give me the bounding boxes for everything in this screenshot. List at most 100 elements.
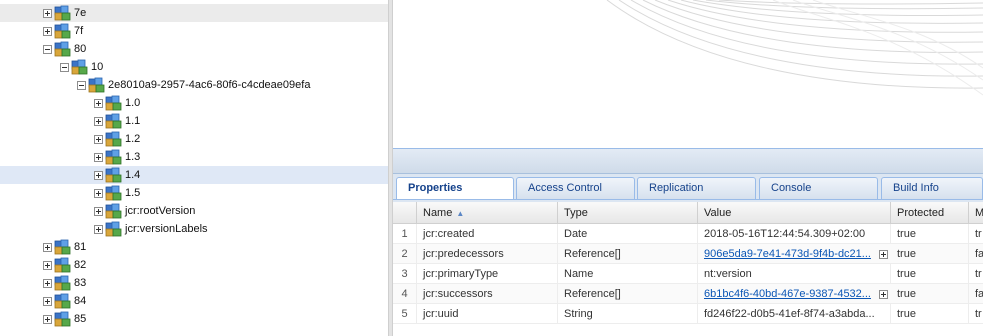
property-multiple-text: tr (975, 308, 982, 320)
tab-replication[interactable]: Replication (637, 177, 756, 199)
expand-reference-icon[interactable] (879, 290, 888, 299)
property-name-cell: jcr:predecessors (417, 244, 558, 264)
tree-node[interactable]: 80 (0, 40, 388, 58)
expand-toggle-icon[interactable] (94, 153, 103, 162)
property-protected-cell: true (891, 264, 969, 284)
table-row[interactable]: 2 jcr:predecessors Reference[] 906e5da9-7e4… (393, 244, 983, 264)
table-row[interactable]: 4 jcr:successors Reference[] 6b1bc4f6-40bd-… (393, 284, 983, 304)
property-type-cell: Date (558, 224, 698, 244)
collapse-toggle-icon[interactable] (60, 63, 69, 72)
grid-header: Name▲ Type Value Protected M (393, 202, 983, 224)
node-icon (54, 239, 71, 255)
tree-node-label: 84 (74, 295, 87, 307)
expand-toggle-icon[interactable] (94, 189, 103, 198)
table-row[interactable]: 1 jcr:created Date 2018-05-16T12:44:54.309+… (393, 224, 983, 244)
property-value-cell: nt:version (698, 264, 891, 284)
tree-node[interactable]: 2e8010a9-2957-4ac6-80f6-c4cdeae09efa (0, 76, 388, 94)
table-row[interactable]: 3 jcr:primaryType Name nt:version true tr (393, 264, 983, 284)
expand-toggle-icon[interactable] (94, 171, 103, 180)
node-icon (105, 113, 122, 129)
tree-node[interactable]: 81 (0, 238, 388, 256)
expand-toggle-icon[interactable] (43, 9, 52, 18)
property-value-text: 2018-05-16T12:44:54.309+02:00 (704, 228, 866, 240)
collapse-toggle-icon[interactable] (43, 45, 52, 54)
tree-node[interactable]: 10 (0, 58, 388, 76)
properties-grid: Name▲ Type Value Protected M 1jcr:create… (393, 202, 983, 336)
content-preview (393, 0, 983, 148)
tree-node[interactable]: 82 (0, 256, 388, 274)
tree-node-label: 80 (74, 43, 87, 55)
expand-reference-icon[interactable] (879, 250, 888, 259)
property-name-text: jcr:primaryType (423, 268, 499, 280)
expand-toggle-icon[interactable] (43, 261, 52, 270)
tab-properties[interactable]: Properties (396, 177, 514, 200)
node-icon (105, 95, 122, 111)
tab-build-info[interactable]: Build Info (881, 177, 983, 199)
property-type-text: Name (564, 268, 594, 280)
tree-node[interactable]: 1.3 (0, 148, 388, 166)
node-icon (54, 275, 71, 291)
tree-node[interactable]: 1.0 (0, 94, 388, 112)
expand-toggle-icon[interactable] (43, 279, 52, 288)
node-icon (88, 77, 105, 93)
tree-node[interactable]: 1.4 (0, 166, 388, 184)
tree-node[interactable]: 85 (0, 310, 388, 328)
tab-access-control[interactable]: Access Control (516, 177, 635, 199)
property-protected-cell: true (891, 244, 969, 264)
column-header-value[interactable]: Value (698, 202, 891, 224)
tree-node[interactable]: 7e (0, 4, 388, 22)
property-multiple-cell: tr (969, 264, 983, 284)
properties-panel: Properties Access Control Replication Co… (393, 148, 983, 336)
column-header-m[interactable]: M (969, 202, 983, 224)
tree-node-label: 81 (74, 241, 87, 253)
tab-console[interactable]: Console (759, 177, 878, 199)
row-number-cell: 2 (393, 244, 417, 264)
tree-node-label: 1.0 (125, 97, 141, 109)
tree-node[interactable]: 84 (0, 292, 388, 310)
row-number-cell: 5 (393, 304, 417, 324)
expand-toggle-icon[interactable] (43, 297, 52, 306)
property-type-text: Reference[] (564, 248, 621, 260)
reference-link[interactable]: 6b1bc4f6-40bd-467e-9387-4532... (704, 288, 871, 300)
node-icon (54, 293, 71, 309)
property-type-cell: Name (558, 264, 698, 284)
tree-node-label: 85 (74, 313, 87, 325)
tree-node[interactable]: jcr:rootVersion (0, 202, 388, 220)
property-protected-text: true (897, 308, 916, 320)
expand-toggle-icon[interactable] (43, 315, 52, 324)
reference-link[interactable]: 906e5da9-7e41-473d-9f4b-dc21... (704, 248, 871, 260)
expand-toggle-icon[interactable] (94, 117, 103, 126)
property-type-text: String (564, 308, 593, 320)
column-header-name-label: Name (423, 207, 453, 219)
column-header-type[interactable]: Type (558, 202, 698, 224)
tree-node[interactable]: jcr:versionLabels (0, 220, 388, 238)
expand-toggle-icon[interactable] (94, 207, 103, 216)
expand-toggle-icon[interactable] (43, 243, 52, 252)
node-icon (105, 185, 122, 201)
column-header-name[interactable]: Name ▲ (417, 202, 558, 224)
property-protected-text: true (897, 268, 916, 280)
tree-node[interactable]: 7f (0, 22, 388, 40)
property-name-text: jcr:uuid (423, 308, 459, 320)
property-name-cell: jcr:created (417, 224, 558, 244)
table-row[interactable]: 5 jcr:uuid String fd246f22-d0b5-41ef-8f74-a… (393, 304, 983, 324)
tree-node[interactable]: 83 (0, 274, 388, 292)
property-type-cell: Reference[] (558, 284, 698, 304)
tree-node[interactable]: 1.5 (0, 184, 388, 202)
tree-node-label: 7f (74, 25, 84, 37)
node-icon (54, 257, 71, 273)
collapse-toggle-icon[interactable] (77, 81, 86, 90)
tree-node[interactable]: 1.1 (0, 112, 388, 130)
expand-toggle-icon[interactable] (94, 135, 103, 144)
expand-toggle-icon[interactable] (94, 99, 103, 108)
expand-toggle-icon[interactable] (94, 225, 103, 234)
column-header-protected[interactable]: Protected (891, 202, 969, 224)
property-name-cell: jcr:primaryType (417, 264, 558, 284)
expand-toggle-icon[interactable] (43, 27, 52, 36)
row-number-text: 5 (401, 308, 408, 320)
node-icon (54, 5, 71, 21)
property-protected-cell: true (891, 304, 969, 324)
row-number-text: 2 (401, 248, 408, 260)
tree-node[interactable]: 1.2 (0, 130, 388, 148)
property-name-cell: jcr:uuid (417, 304, 558, 324)
